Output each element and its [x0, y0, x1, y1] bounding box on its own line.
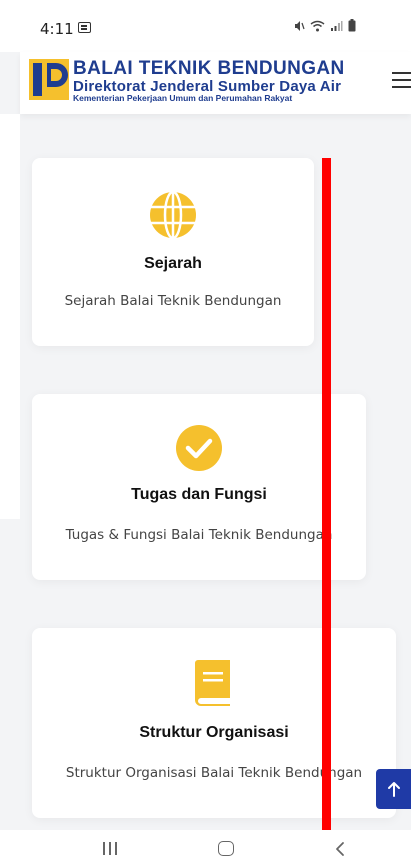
- background-panel: [0, 114, 20, 519]
- card-title: Tugas dan Fungsi: [131, 486, 267, 503]
- card-title: Sejarah: [144, 255, 202, 272]
- arrow-up-icon: [387, 782, 400, 797]
- hamburger-menu-icon[interactable]: [392, 72, 411, 88]
- home-icon[interactable]: [218, 841, 234, 856]
- pupr-logo: [29, 59, 69, 100]
- back-icon[interactable]: [334, 841, 346, 857]
- card-struktur-organisasi[interactable]: Struktur Organisasi Struktur Organisasi …: [32, 628, 396, 818]
- wifi-icon: [310, 20, 325, 31]
- card-sejarah[interactable]: Sejarah Sejarah Balai Teknik Bendungan: [32, 158, 314, 346]
- book-icon: [195, 660, 230, 706]
- scroll-to-top-button[interactable]: [376, 769, 411, 809]
- mute-icon: [295, 20, 305, 31]
- message-notification-icon: [78, 22, 91, 33]
- red-annotation-line: [322, 158, 331, 830]
- brand-ministry: Kementerian Pekerjaan Umum dan Perumahan…: [73, 93, 293, 103]
- recent-apps-icon[interactable]: [103, 842, 119, 855]
- check-circle-icon: [176, 425, 222, 471]
- status-bar: 4:11: [0, 0, 411, 52]
- globe-icon: [150, 191, 196, 239]
- card-description: Sejarah Balai Teknik Bendungan: [64, 293, 282, 309]
- status-time: 4:11: [40, 20, 74, 38]
- system-nav-bar: [0, 830, 411, 865]
- status-icons: [293, 19, 356, 32]
- card-description: Struktur Organisasi Balai Teknik Bendung…: [65, 765, 363, 781]
- card-title: Struktur Organisasi: [139, 724, 289, 741]
- battery-icon: [348, 19, 356, 32]
- card-description: Tugas & Fungsi Balai Teknik Bendungan: [65, 527, 333, 543]
- signal-icon: [331, 20, 343, 31]
- brand-title: BALAI TEKNIK BENDUNGAN: [73, 58, 345, 79]
- app-header: BALAI TEKNIK BENDUNGAN Direktorat Jender…: [20, 52, 411, 114]
- card-tugas-fungsi[interactable]: Tugas dan Fungsi Tugas & Fungsi Balai Te…: [32, 394, 366, 580]
